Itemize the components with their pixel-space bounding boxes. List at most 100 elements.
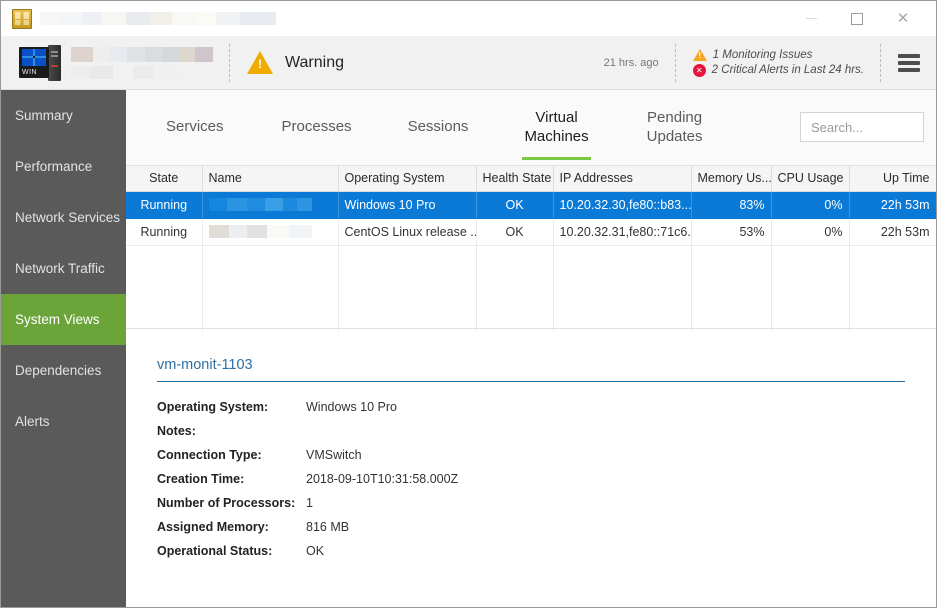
sidebar-item-label: System Views — [15, 312, 100, 327]
alert-summary-list: 1 Monitoring Issues 2 Critical Alerts in… — [692, 48, 864, 77]
cell-name-redacted — [202, 218, 339, 246]
header-divider-1 — [229, 43, 231, 82]
detail-value: VMSwitch — [306, 448, 362, 462]
application-window: ✕ WIN Warning 21 hrs. ago 1 Monito — [0, 0, 937, 608]
sidebar-item-dependencies[interactable]: Dependencies — [1, 345, 126, 396]
table-row-empty — [126, 274, 936, 303]
detail-row-number-of-processors: Number of Processors: 1 — [157, 496, 936, 510]
sidebar-item-summary[interactable]: Summary — [1, 90, 126, 141]
table-bottom-divider — [126, 328, 936, 329]
device-header: WIN Warning 21 hrs. ago 1 Monitoring Iss… — [1, 36, 936, 90]
detail-label: Number of Processors: — [157, 496, 296, 510]
sidebar-item-system-views[interactable]: System Views — [1, 294, 126, 345]
sidebar-item-performance[interactable]: Performance — [1, 141, 126, 192]
cell-ip-addresses: 10.20.32.30,fe80::b83... — [553, 191, 692, 219]
tab-label: Processes — [281, 118, 352, 136]
column-header-operating-system[interactable]: Operating System — [338, 166, 477, 192]
column-header-up-time[interactable]: Up Time — [849, 166, 936, 192]
cell-operating-system: CentOS Linux release ... — [338, 218, 477, 246]
cell-state: Running — [126, 218, 203, 246]
cell-name-redacted — [202, 191, 339, 219]
detail-row-assigned-memory: Assigned Memory: 816 MB — [157, 520, 936, 534]
table-row[interactable]: Running Windows 10 Pro OK 10.20.32.30,fe… — [126, 191, 936, 219]
vm-details-fields: Operating System: Windows 10 Pro Notes: … — [157, 400, 936, 558]
detail-label: Assigned Memory: — [157, 520, 269, 534]
cell-ip-addresses: 10.20.32.31,fe80::71c6... — [553, 218, 692, 246]
cell-cpu-usage: 0% — [771, 191, 850, 219]
vm-details-panel: vm-monit-1103 Operating System: Windows … — [126, 329, 936, 558]
cell-cpu-usage: 0% — [771, 218, 850, 246]
warning-triangle-icon — [692, 48, 707, 61]
detail-label: Notes: — [157, 424, 196, 438]
close-icon: ✕ — [896, 10, 910, 27]
close-button[interactable]: ✕ — [880, 2, 926, 36]
window-title-redacted — [40, 12, 276, 25]
detail-label: Connection Type: — [157, 448, 262, 462]
vm-table-container: State Name Operating System Health State… — [126, 166, 936, 332]
detail-value: Windows 10 Pro — [306, 400, 398, 414]
detail-value: OK — [306, 544, 325, 558]
tab-sessions[interactable]: Sessions — [402, 118, 475, 137]
cell-state: Running — [126, 191, 203, 219]
sidebar-nav: Summary Performance Network Services Net… — [1, 90, 126, 607]
column-header-health-state[interactable]: Health State — [476, 166, 554, 192]
detail-label: Operational Status: — [157, 544, 273, 558]
tab-bar: Services Processes Sessions Virtual Mach… — [126, 90, 936, 166]
vm-table: State Name Operating System Health State… — [126, 166, 936, 332]
tab-pending-updates[interactable]: Pending Updates — [641, 109, 709, 147]
tab-services[interactable]: Services — [160, 118, 230, 137]
tab-label: Services — [166, 118, 224, 136]
detail-row-connection-type: Connection Type: VMSwitch — [157, 448, 936, 462]
table-row[interactable]: Running CentOS Linux release ... OK 10.2… — [126, 218, 936, 246]
sidebar-item-label: Alerts — [15, 414, 50, 429]
cell-health-state: OK — [476, 218, 554, 246]
sidebar-item-network-services[interactable]: Network Services — [1, 192, 126, 243]
minimize-icon — [805, 18, 817, 19]
column-header-memory-usage[interactable]: Memory Us... — [691, 166, 772, 192]
search-input[interactable]: Search... — [800, 112, 924, 142]
warning-triangle-icon — [247, 51, 273, 74]
sidebar-item-label: Network Traffic — [15, 261, 105, 276]
detail-label: Operating System: — [157, 400, 269, 414]
alert-critical-alerts[interactable]: 2 Critical Alerts in Last 24 hrs. — [692, 63, 864, 77]
cell-health-state: OK — [476, 191, 554, 219]
cell-memory-usage: 53% — [691, 218, 772, 246]
column-header-cpu-usage[interactable]: CPU Usage — [771, 166, 850, 192]
table-header-row: State Name Operating System Health State… — [126, 166, 936, 192]
maximize-icon — [851, 12, 863, 25]
detail-row-creation-time: Creation Time: 2018-09-10T10:31:58.000Z — [157, 472, 936, 486]
tab-label-line2: Machines — [524, 127, 589, 145]
header-divider-2 — [674, 43, 677, 82]
sidebar-item-label: Dependencies — [15, 363, 102, 378]
sidebar-item-alerts[interactable]: Alerts — [1, 396, 126, 447]
column-header-name[interactable]: Name — [202, 166, 339, 192]
sidebar-item-label: Network Services — [15, 210, 121, 225]
tab-label-line1: Pending — [647, 108, 703, 126]
detail-row-operating-system: Operating System: Windows 10 Pro — [157, 400, 936, 414]
tab-label: Sessions — [407, 118, 469, 136]
header-divider-3 — [880, 43, 882, 82]
sidebar-item-network-traffic[interactable]: Network Traffic — [1, 243, 126, 294]
detail-value: 816 MB — [306, 520, 350, 534]
vm-details-title: vm-monit-1103 — [157, 357, 905, 382]
hamburger-menu-icon[interactable] — [898, 53, 920, 72]
detail-value: 2018-09-10T10:31:58.000Z — [306, 472, 459, 486]
column-header-state[interactable]: State — [126, 166, 203, 192]
critical-circle-icon — [692, 63, 706, 77]
detail-value: 1 — [306, 496, 313, 510]
tab-processes[interactable]: Processes — [276, 118, 358, 137]
detail-label: Creation Time: — [157, 472, 245, 486]
cell-up-time: 22h 53m — [849, 191, 936, 219]
tab-virtual-machines[interactable]: Virtual Machines — [518, 109, 594, 160]
minimize-button[interactable] — [788, 2, 834, 36]
detail-row-operational-status: Operational Status: OK — [157, 544, 936, 558]
device-status-label: Warning — [285, 53, 344, 71]
windows-server-icon: WIN — [19, 44, 61, 82]
tab-label-line2: Updates — [646, 127, 703, 145]
alert-monitoring-issues[interactable]: 1 Monitoring Issues — [692, 48, 864, 61]
search-placeholder: Search... — [811, 119, 864, 135]
column-header-ip-addresses[interactable]: IP Addresses — [553, 166, 692, 192]
cell-operating-system: Windows 10 Pro — [338, 191, 477, 219]
maximize-button[interactable] — [834, 2, 880, 36]
spreadsheet-icon — [12, 8, 32, 29]
